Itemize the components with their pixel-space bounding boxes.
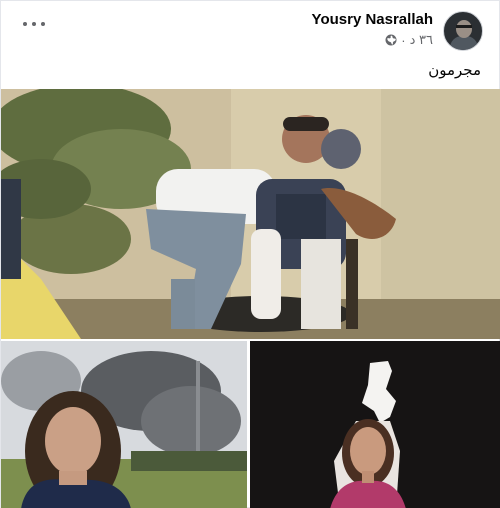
globe-icon[interactable] — [385, 34, 397, 46]
map-portrait-scene — [250, 341, 500, 508]
more-dot-icon — [23, 22, 27, 26]
author-avatar[interactable] — [443, 11, 483, 51]
facebook-post: Yousry Nasrallah ٣٦ د · مجرمون — [0, 0, 500, 508]
avatar-body — [450, 36, 478, 50]
journalist-portrait-photo[interactable] — [1, 341, 247, 508]
main-photo-scene — [1, 89, 500, 339]
author-name[interactable]: Yousry Nasrallah — [312, 11, 433, 28]
portrait-scene — [1, 341, 247, 508]
palestine-map-portrait-photo[interactable] — [250, 341, 500, 508]
post-timestamp[interactable]: ٣٦ د — [410, 32, 433, 48]
more-dot-icon — [41, 22, 45, 26]
avatar-glasses — [456, 25, 472, 28]
main-photo[interactable] — [1, 89, 500, 339]
post-meta: ٣٦ د · — [385, 32, 433, 48]
more-options-button[interactable] — [23, 17, 45, 31]
meta-separator: · — [401, 32, 406, 48]
more-dot-icon — [32, 22, 36, 26]
post-caption: مجرمون — [428, 62, 481, 79]
avatar-face — [456, 20, 472, 38]
